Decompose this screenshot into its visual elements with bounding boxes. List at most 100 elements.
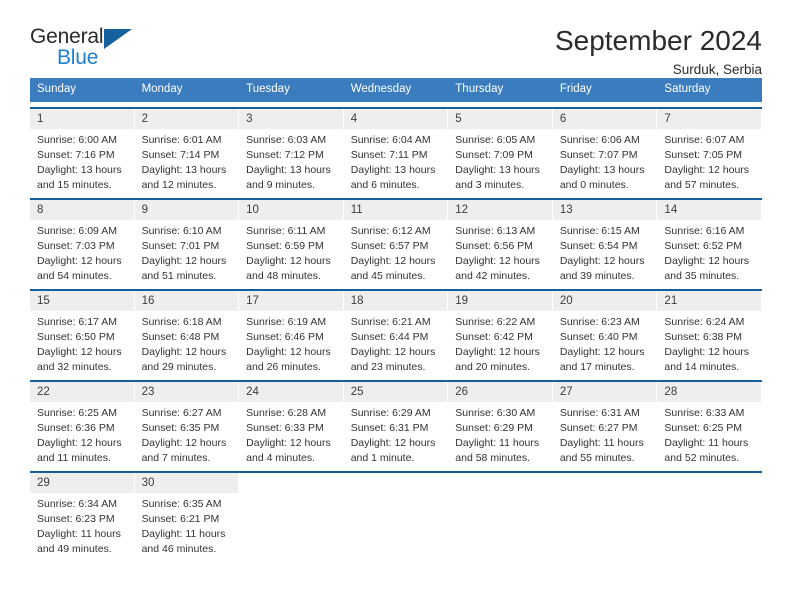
general-blue-logo[interactable]: General Blue <box>30 26 150 72</box>
sunrise-text: Sunrise: 6:30 AM <box>455 407 536 420</box>
sunrise-text: Sunrise: 6:15 AM <box>559 225 640 238</box>
week-row: 29 Sunrise: 6:34 AM Sunset: 6:23 PM Dayl… <box>30 470 762 557</box>
weekday-header-wednesday: Wednesday <box>350 83 412 95</box>
sunset-text: Sunset: 6:59 PM <box>246 240 324 253</box>
day-cell[interactable]: 30 Sunrise: 6:35 AM Sunset: 6:21 PM Dayl… <box>134 472 240 557</box>
day-details: Sunrise: 6:10 AM Sunset: 7:01 PM Dayligh… <box>135 220 239 284</box>
sunrise-text: Sunrise: 6:24 AM <box>664 316 745 329</box>
sunset-text: Sunset: 7:11 PM <box>350 149 428 162</box>
brand-name-general: General <box>30 25 104 48</box>
day-cell[interactable]: 22 Sunrise: 6:25 AM Sunset: 6:36 PM Dayl… <box>30 381 135 466</box>
day-details: Sunrise: 6:16 AM Sunset: 6:52 PM Dayligh… <box>657 220 761 284</box>
day-details: Sunrise: 6:11 AM Sunset: 6:59 PM Dayligh… <box>239 220 343 284</box>
day-cell[interactable]: 26 Sunrise: 6:30 AM Sunset: 6:29 PM Dayl… <box>448 381 553 466</box>
day-cell[interactable]: 14 Sunrise: 6:16 AM Sunset: 6:52 PM Dayl… <box>657 199 762 284</box>
day-number: 25 <box>343 381 448 403</box>
day-number: 12 <box>448 199 552 221</box>
day-number: 17 <box>239 290 343 312</box>
day-cell[interactable]: 1 Sunrise: 6:00 AM Sunset: 7:16 PM Dayli… <box>30 108 135 193</box>
day-cell[interactable]: 27 Sunrise: 6:31 AM Sunset: 6:27 PM Dayl… <box>552 381 658 466</box>
day-cell[interactable]: 18 Sunrise: 6:21 AM Sunset: 6:44 PM Dayl… <box>343 290 449 375</box>
sunrise-text: Sunrise: 6:23 AM <box>559 316 640 329</box>
day-cell[interactable]: 12 Sunrise: 6:13 AM Sunset: 6:56 PM Dayl… <box>448 199 553 284</box>
daylight-text: Daylight: 12 hours and 23 minutes. <box>350 345 436 373</box>
sunset-text: Sunset: 6:23 PM <box>37 513 115 526</box>
sunset-text: Sunset: 7:16 PM <box>37 149 115 162</box>
sunset-text: Sunset: 6:25 PM <box>664 422 743 435</box>
day-cell[interactable]: 25 Sunrise: 6:29 AM Sunset: 6:31 PM Dayl… <box>343 381 449 466</box>
day-cell[interactable]: 2 Sunrise: 6:01 AM Sunset: 7:14 PM Dayli… <box>134 108 240 193</box>
sunrise-text: Sunrise: 6:03 AM <box>246 134 327 147</box>
day-cell[interactable]: 19 Sunrise: 6:22 AM Sunset: 6:42 PM Dayl… <box>448 290 553 375</box>
day-number: 27 <box>552 381 657 403</box>
sunrise-text: Sunrise: 6:04 AM <box>350 134 431 147</box>
day-details: Sunrise: 6:31 AM Sunset: 6:27 PM Dayligh… <box>553 402 657 466</box>
day-cell[interactable]: 21 Sunrise: 6:24 AM Sunset: 6:38 PM Dayl… <box>657 290 762 375</box>
day-number: 1 <box>30 108 134 130</box>
day-cell[interactable]: 17 Sunrise: 6:19 AM Sunset: 6:46 PM Dayl… <box>239 290 344 375</box>
daylight-text: Daylight: 13 hours and 3 minutes. <box>455 163 540 191</box>
day-details: Sunrise: 6:15 AM Sunset: 6:54 PM Dayligh… <box>553 220 657 284</box>
sunset-text: Sunset: 6:36 PM <box>37 422 115 435</box>
day-details: Sunrise: 6:13 AM Sunset: 6:56 PM Dayligh… <box>448 220 552 284</box>
sunset-text: Sunset: 6:31 PM <box>350 422 429 435</box>
daylight-text: Daylight: 11 hours and 46 minutes. <box>141 527 226 555</box>
sunset-text: Sunset: 6:35 PM <box>141 422 220 435</box>
daylight-text: Daylight: 12 hours and 51 minutes. <box>141 254 227 282</box>
day-number: 19 <box>448 290 552 312</box>
day-number: 14 <box>657 199 761 221</box>
day-cell[interactable]: 16 Sunrise: 6:18 AM Sunset: 6:48 PM Dayl… <box>134 290 240 375</box>
day-details: Sunrise: 6:05 AM Sunset: 7:09 PM Dayligh… <box>448 129 552 193</box>
daylight-text: Daylight: 13 hours and 12 minutes. <box>141 163 227 191</box>
weekday-header-thursday: Thursday <box>455 83 504 95</box>
sunrise-text: Sunrise: 6:27 AM <box>141 407 222 420</box>
day-details: Sunrise: 6:30 AM Sunset: 6:29 PM Dayligh… <box>448 402 552 466</box>
day-number: 28 <box>657 381 761 403</box>
day-cell[interactable]: 5 Sunrise: 6:05 AM Sunset: 7:09 PM Dayli… <box>448 108 553 193</box>
day-number: 16 <box>134 290 239 312</box>
daylight-text: Daylight: 12 hours and 48 minutes. <box>246 254 331 282</box>
page-header: General Blue September 2024 Surduk, Serb… <box>30 0 762 78</box>
sunset-text: Sunset: 6:42 PM <box>455 331 533 344</box>
day-cell[interactable]: 13 Sunrise: 6:15 AM Sunset: 6:54 PM Dayl… <box>552 199 658 284</box>
weekday-header-monday: Monday <box>141 83 183 95</box>
day-number: 24 <box>239 381 343 403</box>
day-number <box>657 472 761 490</box>
day-cell[interactable]: 23 Sunrise: 6:27 AM Sunset: 6:35 PM Dayl… <box>134 381 240 466</box>
day-cell[interactable]: 9 Sunrise: 6:10 AM Sunset: 7:01 PM Dayli… <box>134 199 240 284</box>
daylight-text: Daylight: 12 hours and 20 minutes. <box>455 345 540 373</box>
day-cell[interactable]: 24 Sunrise: 6:28 AM Sunset: 6:33 PM Dayl… <box>239 381 344 466</box>
day-cell[interactable]: 8 Sunrise: 6:09 AM Sunset: 7:03 PM Dayli… <box>30 199 135 284</box>
week-row: 15 Sunrise: 6:17 AM Sunset: 6:50 PM Dayl… <box>30 288 762 375</box>
brand-name-blue: Blue <box>57 46 99 69</box>
day-details: Sunrise: 6:07 AM Sunset: 7:05 PM Dayligh… <box>657 129 761 193</box>
day-details: Sunrise: 6:34 AM Sunset: 6:23 PM Dayligh… <box>30 493 134 557</box>
day-cell[interactable]: 4 Sunrise: 6:04 AM Sunset: 7:11 PM Dayli… <box>343 108 449 193</box>
day-cell[interactable]: 3 Sunrise: 6:03 AM Sunset: 7:12 PM Dayli… <box>239 108 344 193</box>
sunrise-text: Sunrise: 6:28 AM <box>246 407 327 420</box>
day-cell[interactable]: 7 Sunrise: 6:07 AM Sunset: 7:05 PM Dayli… <box>657 108 762 193</box>
day-number: 18 <box>343 290 448 312</box>
day-number <box>343 472 448 490</box>
week-row: 8 Sunrise: 6:09 AM Sunset: 7:03 PM Dayli… <box>30 197 762 284</box>
sunrise-text: Sunrise: 6:16 AM <box>664 225 745 238</box>
weekday-header-sunday: Sunday <box>37 83 77 95</box>
day-cell[interactable]: 10 Sunrise: 6:11 AM Sunset: 6:59 PM Dayl… <box>239 199 344 284</box>
day-cell[interactable]: 28 Sunrise: 6:33 AM Sunset: 6:25 PM Dayl… <box>657 381 762 466</box>
day-details: Sunrise: 6:21 AM Sunset: 6:44 PM Dayligh… <box>344 311 448 375</box>
day-cell[interactable]: 6 Sunrise: 6:06 AM Sunset: 7:07 PM Dayli… <box>552 108 658 193</box>
sunrise-text: Sunrise: 6:01 AM <box>141 134 222 147</box>
day-cell-empty <box>552 472 658 557</box>
day-cell[interactable]: 20 Sunrise: 6:23 AM Sunset: 6:40 PM Dayl… <box>552 290 658 375</box>
day-cell-empty <box>448 472 553 557</box>
day-details: Sunrise: 6:12 AM Sunset: 6:57 PM Dayligh… <box>344 220 448 284</box>
day-cell[interactable]: 15 Sunrise: 6:17 AM Sunset: 6:50 PM Dayl… <box>30 290 135 375</box>
daylight-text: Daylight: 13 hours and 9 minutes. <box>246 163 331 191</box>
day-cell[interactable]: 29 Sunrise: 6:34 AM Sunset: 6:23 PM Dayl… <box>30 472 135 557</box>
sunset-text: Sunset: 6:50 PM <box>37 331 115 344</box>
sunrise-text: Sunrise: 6:07 AM <box>664 134 745 147</box>
sunset-text: Sunset: 7:03 PM <box>37 240 115 253</box>
sunset-text: Sunset: 6:56 PM <box>455 240 533 253</box>
day-cell[interactable]: 11 Sunrise: 6:12 AM Sunset: 6:57 PM Dayl… <box>343 199 449 284</box>
daylight-text: Daylight: 11 hours and 49 minutes. <box>37 527 121 555</box>
